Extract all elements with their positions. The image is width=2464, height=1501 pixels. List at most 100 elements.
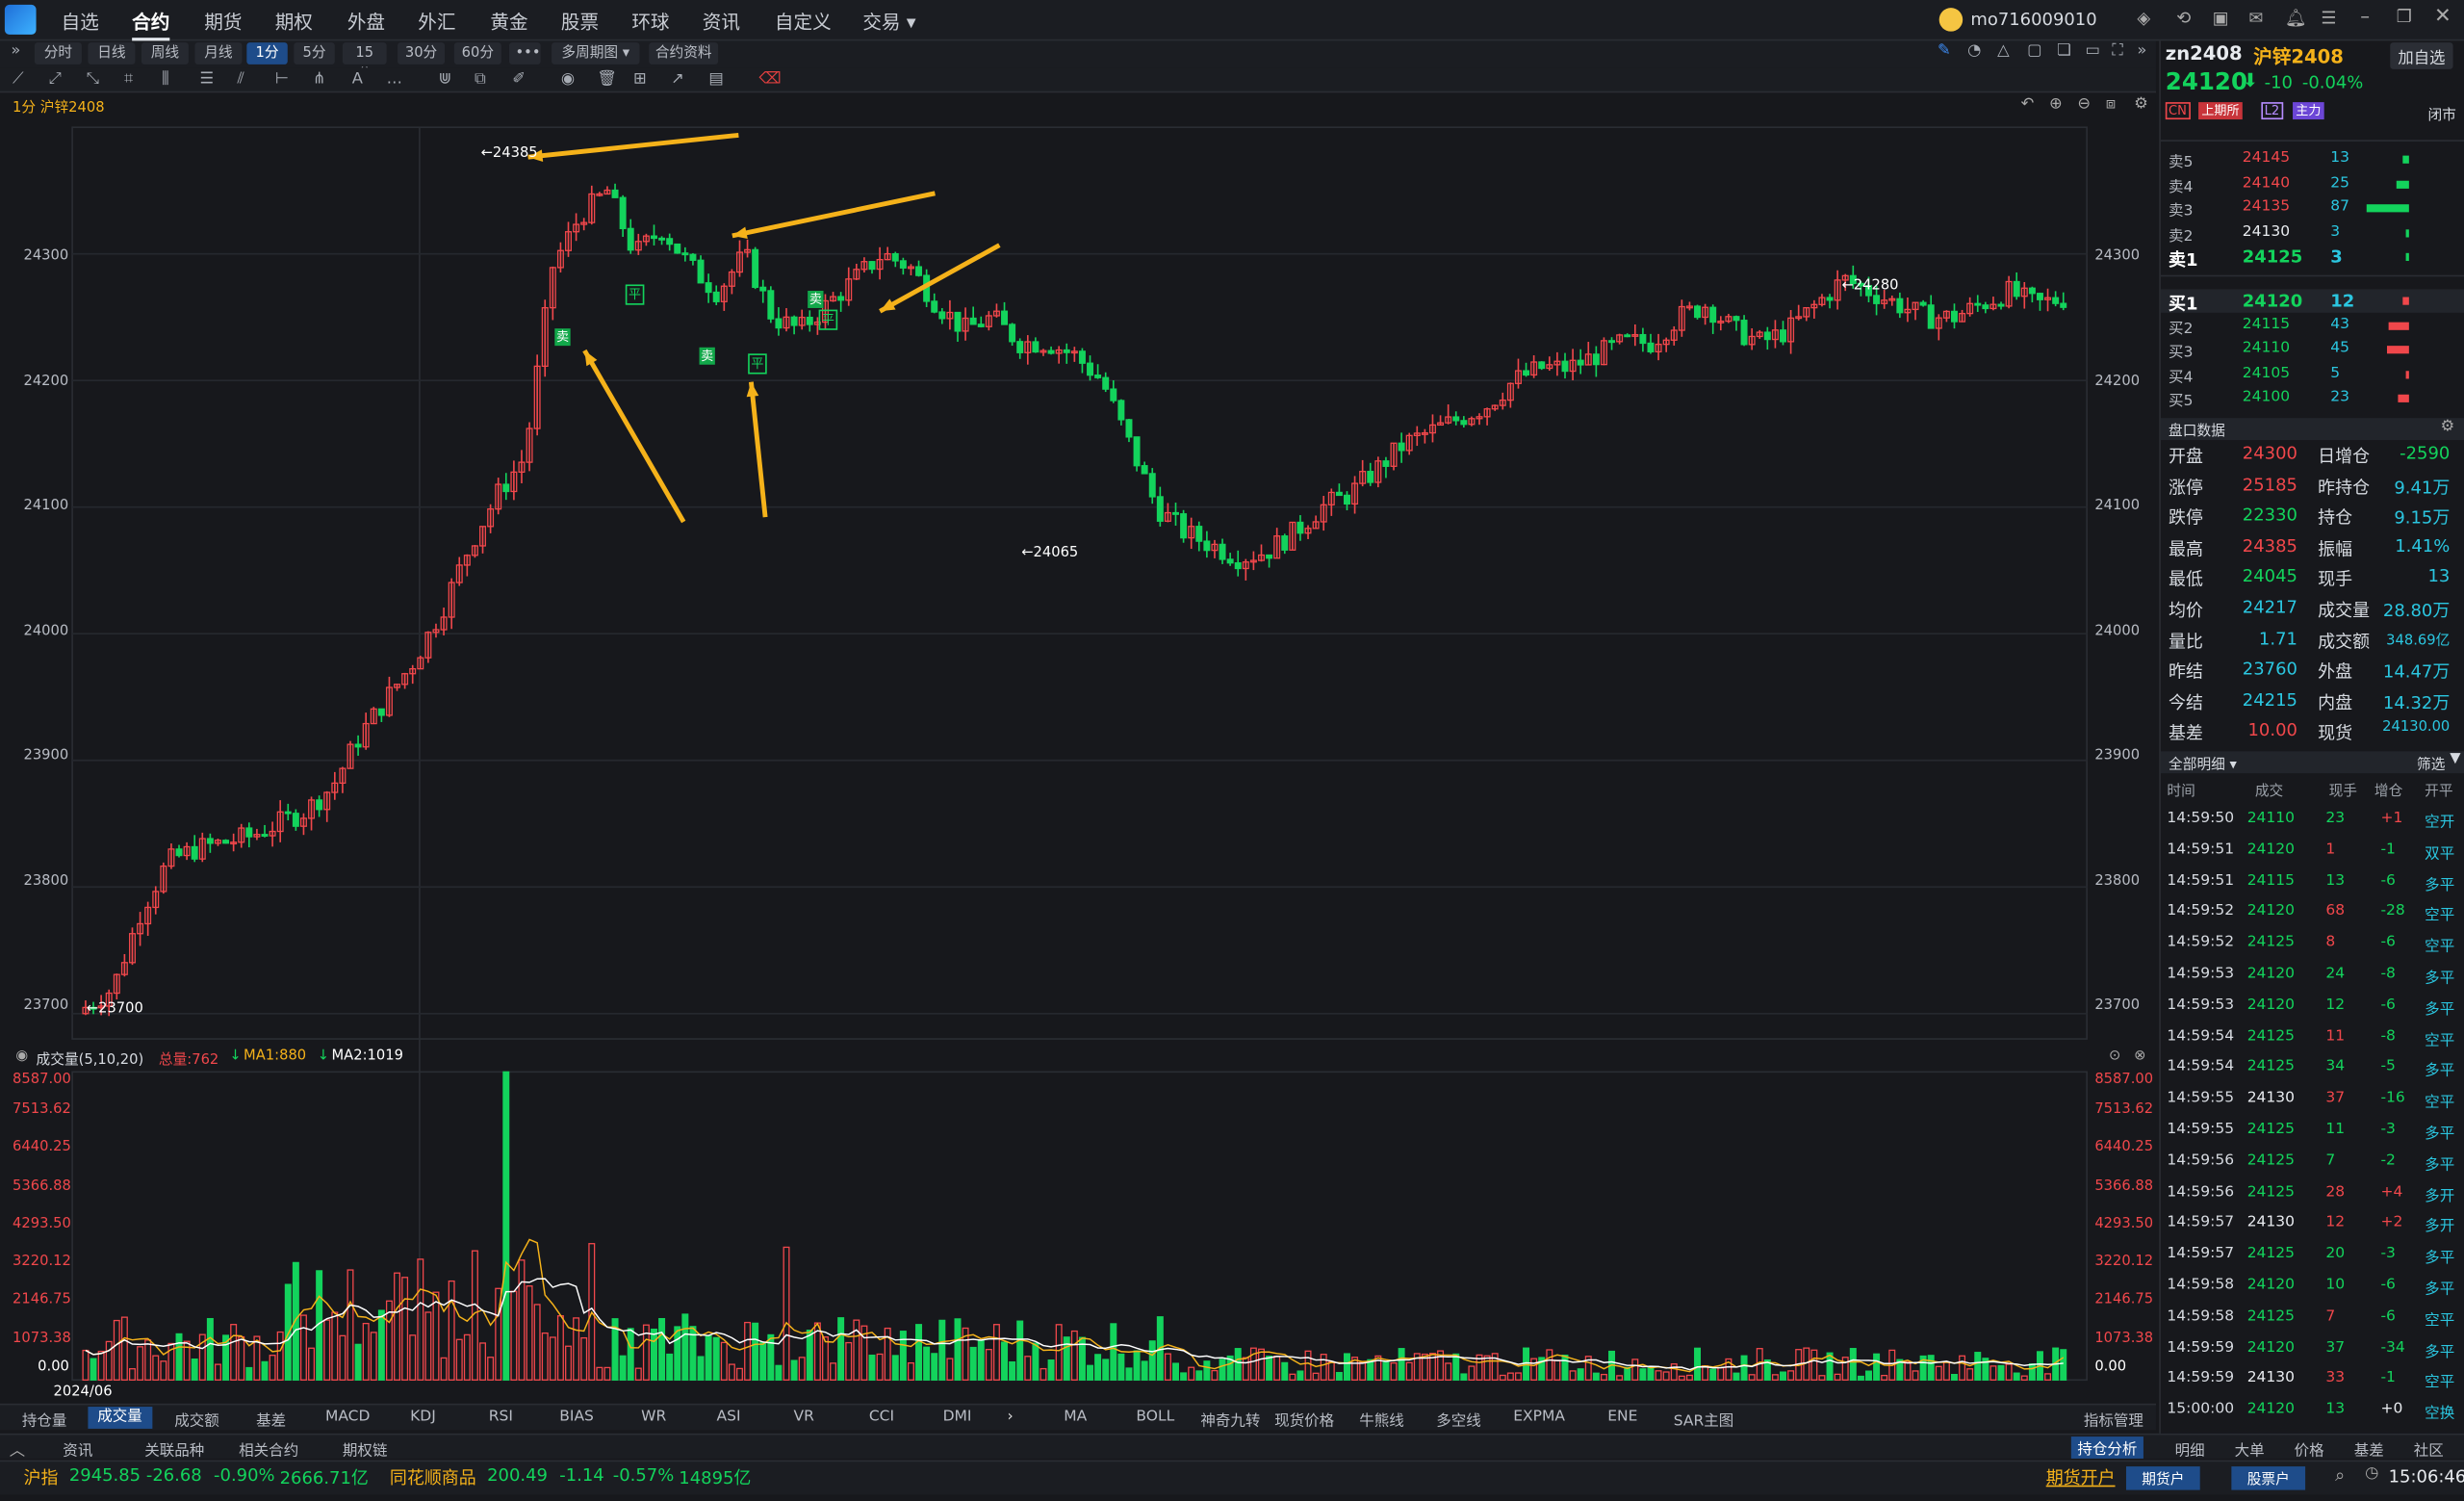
- window-icon[interactable]: ▭: [2086, 42, 2100, 60]
- tick-row[interactable]: 14:59:57 24130 12 +2 多开: [2161, 1212, 2464, 1237]
- warning-icon[interactable]: △: [1997, 42, 2010, 60]
- draw-pen-icon[interactable]: ✎: [1938, 42, 1951, 60]
- comment-icon[interactable]: ▤: [708, 70, 723, 88]
- tick-row[interactable]: 14:59:58 24125 7 -6 空平: [2161, 1306, 2464, 1331]
- bid-row[interactable]: 买2 24115 43: [2161, 314, 2464, 337]
- filter-button[interactable]: 筛选: [2417, 753, 2445, 773]
- menu-gupiao[interactable]: 股票: [561, 8, 599, 35]
- tab-price[interactable]: 价格: [2295, 1438, 2324, 1461]
- period-5min[interactable]: 5分: [294, 42, 335, 65]
- menu-jiaoyi[interactable]: 交易 ▾: [862, 8, 915, 35]
- ray-tool-icon[interactable]: ⤢: [49, 70, 62, 88]
- overlay-ene[interactable]: ENE: [1607, 1409, 1637, 1426]
- tick-row[interactable]: 14:59:50 24110 23 +1 空开: [2161, 808, 2464, 833]
- panel-close-icon[interactable]: ⊗: [2134, 1048, 2145, 1064]
- menu-waipan[interactable]: 外盘: [347, 8, 385, 35]
- tab-option-chain[interactable]: 期权链: [343, 1438, 388, 1461]
- gann-tool-icon[interactable]: ⫽: [238, 70, 244, 88]
- book-price[interactable]: 24125: [2243, 246, 2303, 267]
- book-price[interactable]: 24130: [2243, 222, 2290, 240]
- close-signal-badge[interactable]: 平: [818, 309, 838, 330]
- tick-row[interactable]: 14:59:52 24125 8 -6 空平: [2161, 932, 2464, 957]
- book-price[interactable]: 24105: [2243, 364, 2290, 381]
- fib-tool-icon[interactable]: ☰: [199, 70, 214, 88]
- grid-icon[interactable]: ⊞: [633, 70, 647, 88]
- tab-big-orders[interactable]: 大单: [2235, 1438, 2265, 1461]
- eye-icon[interactable]: ◉: [561, 70, 575, 88]
- clear-drawings-icon[interactable]: ⌫: [759, 70, 782, 88]
- tab-vr[interactable]: VR: [793, 1409, 813, 1426]
- close-signal-badge[interactable]: 平: [625, 284, 645, 305]
- tab-asi[interactable]: ASI: [716, 1409, 740, 1426]
- close-icon[interactable]: ✕: [2434, 5, 2451, 28]
- tick-row[interactable]: 14:59:54 24125 34 -5 多平: [2161, 1057, 2464, 1082]
- bell-icon[interactable]: 🔔︎: [2285, 8, 2307, 28]
- tick-row[interactable]: 14:59:56 24125 28 +4 多开: [2161, 1181, 2464, 1206]
- bid-row[interactable]: 买3 24110 45: [2161, 338, 2464, 361]
- panel-settings-icon[interactable]: ⊙: [2109, 1048, 2120, 1064]
- book-price[interactable]: 24120: [2243, 291, 2303, 311]
- alert-bell-icon[interactable]: ◔: [1967, 42, 1981, 60]
- channel-tool-icon[interactable]: ⫼: [162, 70, 169, 88]
- tick-row[interactable]: 14:59:59 24130 33 -1 空平: [2161, 1368, 2464, 1393]
- period-day[interactable]: 日线: [88, 42, 136, 65]
- tab-community[interactable]: 社区: [2414, 1438, 2444, 1461]
- commodity-name[interactable]: 同花顺商品: [390, 1464, 476, 1489]
- tick-row[interactable]: 14:59:52 24120 68 -28 空平: [2161, 901, 2464, 926]
- tick-row[interactable]: 14:59:55 24130 37 -16 空平: [2161, 1088, 2464, 1113]
- measure-tool-icon[interactable]: ⊢: [275, 70, 289, 88]
- menu-huangjin[interactable]: 黄金: [490, 8, 527, 35]
- period-1min[interactable]: 1分: [246, 42, 288, 65]
- segment-tool-icon[interactable]: ⤡: [87, 70, 99, 88]
- tick-row[interactable]: 14:59:53 24120 12 -6 多平: [2161, 995, 2464, 1020]
- ask-row[interactable]: 卖1 24125 3: [2161, 246, 2464, 271]
- multi-period-dropdown[interactable]: 多周期图 ▾: [552, 42, 640, 65]
- refresh-icon[interactable]: ⟲: [2176, 8, 2191, 28]
- candlestick-chart[interactable]: [0, 94, 2156, 1402]
- briefcase-icon[interactable]: ▣: [2213, 8, 2229, 28]
- tab-news[interactable]: 资讯: [63, 1438, 92, 1461]
- menu-huanqiu[interactable]: 环球: [631, 8, 669, 35]
- period-15min[interactable]: 15分: [342, 42, 387, 84]
- tick-row[interactable]: 14:59:55 24125 11 -3 多平: [2161, 1119, 2464, 1144]
- tick-row[interactable]: 14:59:51 24115 13 -6 多平: [2161, 870, 2464, 895]
- layers-icon[interactable]: ◈: [2137, 8, 2150, 28]
- sell-signal-badge[interactable]: 卖: [699, 347, 715, 365]
- tick-row[interactable]: 14:59:54 24125 11 -8 空平: [2161, 1025, 2464, 1050]
- book-price[interactable]: 24135: [2243, 198, 2290, 216]
- ask-row[interactable]: 卖4 24140 25: [2161, 172, 2464, 195]
- tick-row[interactable]: 14:59:58 24120 10 -6 多平: [2161, 1275, 2464, 1300]
- contract-info-button[interactable]: 合约资料: [649, 42, 719, 65]
- tick-row[interactable]: 15:00:00 24120 13 +0 空换: [2161, 1399, 2464, 1424]
- tab-kdj[interactable]: KDJ: [410, 1409, 436, 1426]
- tab-basis[interactable]: 基差: [256, 1409, 286, 1431]
- menu-waihui[interactable]: 外汇: [418, 8, 455, 35]
- camera-icon[interactable]: ▢: [2027, 42, 2041, 60]
- crop-tool-icon[interactable]: ⌗: [124, 70, 133, 88]
- tick-row[interactable]: 14:59:51 24120 1 -1 双平: [2161, 839, 2464, 864]
- search-icon[interactable]: ⌕: [2335, 1464, 2345, 1487]
- overlay-longshort[interactable]: 多空线: [1436, 1409, 1481, 1431]
- collapse-right-icon[interactable]: »: [2137, 42, 2146, 60]
- panel-gear-icon[interactable]: ⚙: [2441, 418, 2455, 435]
- tab-cci[interactable]: CCI: [869, 1409, 894, 1426]
- overlay-spot[interactable]: 现货价格: [1274, 1409, 1334, 1431]
- period-60min[interactable]: 60分: [453, 42, 501, 65]
- list-menu-icon[interactable]: ☰: [2321, 8, 2336, 28]
- ask-row[interactable]: 卖2 24130 3: [2161, 220, 2464, 245]
- tab-dmi[interactable]: DMI: [943, 1409, 972, 1426]
- tab-related-varieties[interactable]: 关联品种: [144, 1438, 204, 1461]
- menu-heyue[interactable]: 合约: [132, 8, 170, 41]
- menu-qiquan[interactable]: 期权: [275, 8, 313, 35]
- copy-drawing-icon[interactable]: ⧉: [475, 70, 486, 88]
- more-periods-button[interactable]: •••: [508, 42, 541, 65]
- book-price[interactable]: 24100: [2243, 388, 2290, 405]
- restore-icon[interactable]: ❐: [2397, 7, 2412, 27]
- username[interactable]: mo716009010: [1970, 10, 2096, 30]
- bid-row[interactable]: 买5 24100 23: [2161, 387, 2464, 410]
- period-fenshi[interactable]: 分时: [34, 42, 82, 65]
- tab-related-contracts[interactable]: 相关合约: [239, 1438, 298, 1461]
- close-signal-badge[interactable]: 平: [748, 353, 767, 375]
- tick-row[interactable]: 14:59:56 24125 7 -2 多平: [2161, 1151, 2464, 1176]
- tick-row[interactable]: 14:59:53 24120 24 -8 多平: [2161, 964, 2464, 989]
